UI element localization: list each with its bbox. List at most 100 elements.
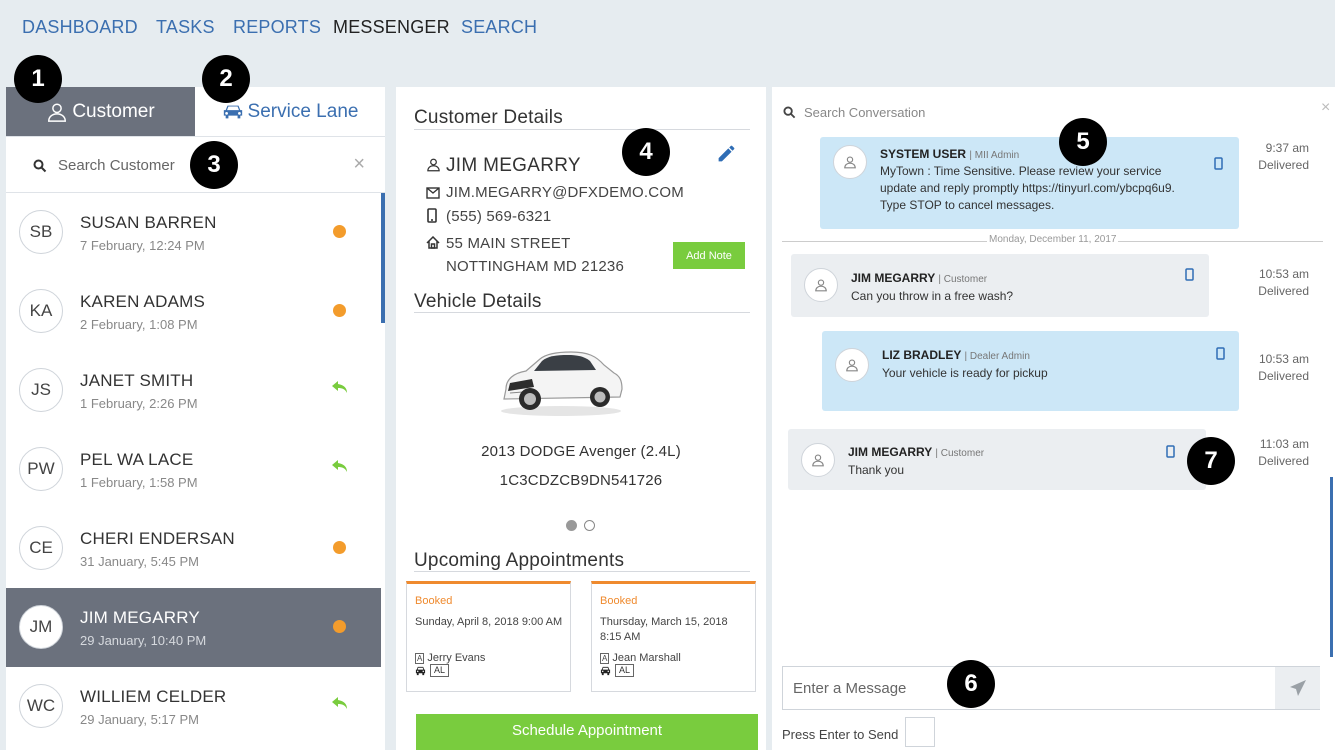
sender-role: | Dealer Admin: [964, 351, 1030, 362]
divider: [414, 312, 750, 313]
nav-search[interactable]: SEARCH: [461, 17, 537, 38]
customer-row-pel-wa-lace[interactable]: PW PEL WA LACE 1 February, 1:58 PM: [6, 430, 381, 509]
tab-service-lane-label: Service Lane: [247, 100, 359, 122]
message-bubble: JIM MEGARRY | Customer Can you throw in …: [791, 254, 1209, 317]
appointment-person: A Jean Marshall: [600, 652, 681, 664]
vehicle-vin: 1C3CDZCB9DN541726: [499, 472, 663, 489]
message-meta: 11:03 am Delivered: [1242, 436, 1309, 470]
customer-panel: Customer Service Lane × SB SUSAN BARREN …: [6, 87, 385, 750]
customer-detail-name: JIM MEGARRY: [446, 155, 581, 176]
customer-date: 7 February, 12:24 PM: [80, 238, 205, 253]
customer-row-jim-megarry[interactable]: JM JIM MEGARRY 29 January, 10:40 PM: [6, 588, 381, 667]
appointment-time: 8:15 AM: [600, 631, 641, 643]
avatar: [835, 348, 869, 382]
customer-date: 29 January, 5:17 PM: [80, 712, 199, 727]
sender-role: | Customer: [935, 448, 985, 459]
scrollbar-thumb[interactable]: [381, 193, 385, 323]
customer-name: JANET SMITH: [80, 371, 194, 390]
user-icon: [844, 156, 856, 169]
customer-phone[interactable]: (555) 569-6321: [446, 208, 551, 225]
message-sender: LIZ BRADLEY | Dealer Admin: [882, 348, 1030, 362]
customer-row-cheri-endersan[interactable]: CE CHERI ENDERSAN 31 January, 5:45 PM: [6, 509, 381, 588]
customer-row-susan-barren[interactable]: SB SUSAN BARREN 7 February, 12:24 PM: [6, 193, 381, 272]
message-text: Your vehicle is ready for pickup: [882, 365, 1048, 382]
nav-tasks[interactable]: TASKS: [156, 17, 215, 38]
carousel-dot-1[interactable]: [566, 520, 577, 531]
customer-list: SB SUSAN BARREN 7 February, 12:24 PM KA …: [6, 193, 381, 750]
message-line: Thank you: [848, 463, 905, 477]
home-icon: [426, 236, 440, 249]
appointment-card[interactable]: Booked Thursday, March 15, 2018 8:15 AM A…: [591, 581, 756, 692]
message-meta: 10:53 am Delivered: [1242, 266, 1309, 300]
message-time: 10:53 am: [1258, 352, 1309, 366]
message-line: MyTown : Time Sensitive. Please review y…: [880, 164, 1162, 178]
clear-search-icon[interactable]: ×: [353, 153, 365, 176]
sender-name: LIZ BRADLEY: [882, 348, 962, 362]
callout-marker-4: 4: [622, 128, 670, 176]
nav-reports[interactable]: REPORTS: [233, 17, 321, 38]
person-tag: A: [600, 652, 610, 664]
customer-date: 1 February, 2:26 PM: [80, 396, 198, 411]
message-line: Can you throw in a free wash?: [851, 289, 1014, 303]
car-front-icon: [600, 666, 611, 676]
user-icon: [812, 454, 824, 467]
message-thread-scrollbar[interactable]: [1330, 137, 1334, 657]
vehicle-model: 2013 DODGE Avenger (2.4L): [481, 443, 681, 460]
message-status: Delivered: [1258, 454, 1309, 468]
nav-messenger[interactable]: MESSENGER: [333, 17, 450, 38]
message-input[interactable]: [793, 677, 1263, 699]
customer-date: 2 February, 1:08 PM: [80, 317, 198, 332]
customer-name: KAREN ADAMS: [80, 292, 206, 311]
vehicle-image: [501, 351, 623, 416]
avatar: [801, 443, 835, 477]
clear-search-icon[interactable]: ×: [1321, 99, 1330, 117]
press-enter-checkbox[interactable]: [905, 717, 935, 747]
appointment-status: Booked: [600, 595, 638, 607]
add-note-button[interactable]: Add Note: [673, 242, 745, 269]
appointment-card[interactable]: Booked Sunday, April 8, 2018 9:00 AM A Je…: [406, 581, 571, 692]
message-status: Delivered: [1258, 284, 1309, 298]
customer-details-title: Customer Details: [414, 107, 563, 128]
mobile-phone-icon: [1216, 347, 1225, 360]
sender-role: | Customer: [938, 274, 988, 285]
unread-dot-icon: [333, 620, 346, 633]
search-conversation-input[interactable]: [804, 102, 1244, 122]
message-line: Type STOP to cancel messages.: [880, 198, 1055, 212]
pencil-icon[interactable]: [716, 143, 737, 164]
send-button[interactable]: [1275, 667, 1320, 709]
search-icon: [33, 159, 47, 173]
appointment-datetime: Sunday, April 8, 2018 9:00 AM: [415, 615, 565, 630]
mobile-phone-icon: [1185, 268, 1194, 281]
unread-dot-icon: [333, 541, 346, 554]
advisor-code: AL: [430, 664, 450, 677]
schedule-appointment-button[interactable]: Schedule Appointment: [416, 714, 758, 750]
avatar: JM: [19, 605, 63, 649]
details-panel: Customer Details JIM MEGARRY JIM.MEGARRY…: [396, 87, 766, 750]
sender-name: JIM MEGARRY: [848, 445, 933, 459]
customer-email[interactable]: JIM.MEGARRY@DFXDEMO.COM: [446, 184, 684, 201]
customer-list-scrollbar[interactable]: [381, 193, 385, 750]
customer-row-janet-smith[interactable]: JS JANET SMITH 1 February, 2:26 PM: [6, 351, 381, 430]
customer-date: 31 January, 5:45 PM: [80, 554, 199, 569]
car-icon: [223, 105, 242, 118]
message-meta: 10:53 am Delivered: [1242, 351, 1309, 385]
send-arrow-icon: [1289, 680, 1306, 696]
callout-marker-5: 5: [1059, 118, 1107, 166]
sender-name: JIM MEGARRY: [851, 271, 936, 285]
customer-name: JIM MEGARRY: [80, 608, 200, 627]
press-enter-label: Press Enter to Send: [782, 727, 899, 742]
appointment-datetime: Thursday, March 15, 2018 8:15 AM: [600, 615, 750, 645]
appointment-date: Sunday, April 8, 2018 9:00 AM: [415, 616, 563, 628]
carousel-dot-2[interactable]: [584, 520, 595, 531]
conversation-panel: × SYSTEM USER | MII Admin MyTown : Time …: [772, 87, 1335, 750]
callout-marker-3: 3: [190, 141, 238, 189]
callout-marker-1: 1: [14, 55, 62, 103]
vehicle-details-title: Vehicle Details: [414, 291, 542, 312]
customer-address-line1: 55 MAIN STREET: [446, 235, 571, 252]
customer-row-karen-adams[interactable]: KA KAREN ADAMS 2 February, 1:08 PM: [6, 272, 381, 351]
customer-row-williem-celder[interactable]: WC WILLIEM CELDER 29 January, 5:17 PM: [6, 667, 381, 746]
day-separator-label: Monday, December 11, 2017: [987, 234, 1119, 245]
scrollbar-thumb[interactable]: [1330, 477, 1333, 657]
nav-dashboard[interactable]: DASHBOARD: [22, 17, 138, 38]
message-status: Delivered: [1258, 158, 1309, 172]
